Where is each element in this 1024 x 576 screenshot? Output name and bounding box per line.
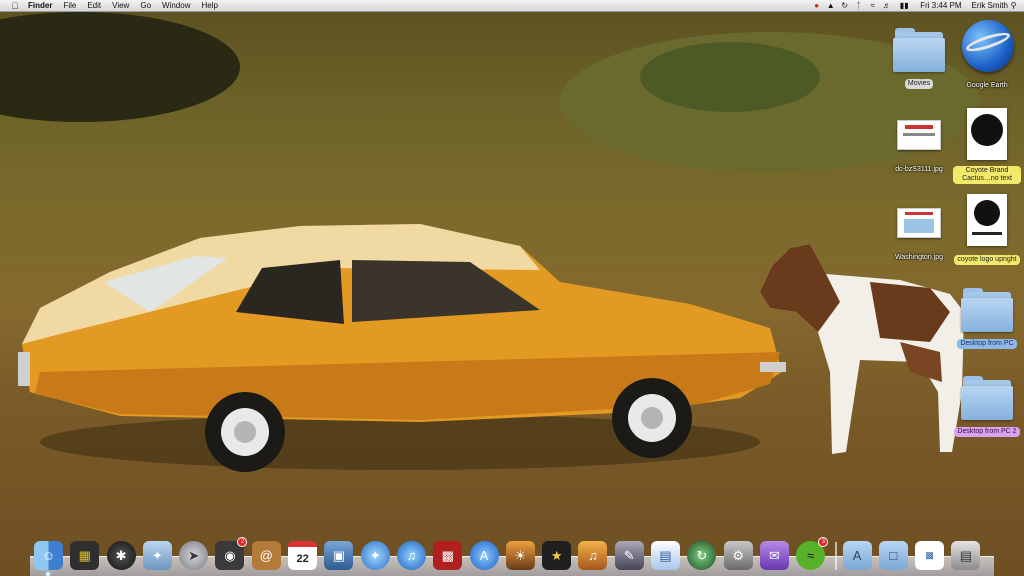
desktop-icon-label: Google Earth	[966, 82, 1008, 89]
facetime-badge: 2	[237, 537, 248, 547]
keynote-icon[interactable]: ▤	[651, 541, 681, 570]
volume-icon[interactable]: ♬	[881, 0, 892, 11]
notification-icon[interactable]: ●	[811, 0, 822, 11]
desktop-icon-desktop-from-pc[interactable]: Desktop from PC	[952, 286, 1022, 350]
menu-help[interactable]: Help	[201, 1, 217, 10]
itunes-icon[interactable]: ♫	[396, 541, 426, 570]
preview-icon[interactable]: ▣	[324, 541, 354, 570]
applications-folder-icon[interactable]: A	[842, 541, 872, 570]
coyote-logo-image-icon	[959, 194, 1015, 248]
image-file-icon	[891, 112, 947, 158]
system-tool-icon[interactable]: ✎	[614, 541, 644, 570]
documents-folder-icon[interactable]: □	[878, 541, 908, 570]
dock-separator	[834, 542, 837, 570]
mission-control-icon[interactable]: ✱	[106, 541, 136, 570]
downloads-stack-icon[interactable]: ▩	[915, 541, 945, 570]
desktop-icon-label: dc-bzS3111.jpg	[895, 166, 943, 173]
safari-icon[interactable]: ✦	[360, 541, 390, 570]
mail-app-icon[interactable]: ✦	[142, 541, 172, 570]
battery-icon[interactable]: ▮▮	[895, 0, 913, 11]
image-file-icon	[891, 200, 947, 246]
spotify-icon[interactable]: ≈3	[796, 537, 829, 570]
desktop-icon-label: Coyote Brand Cactus…no text	[953, 166, 1021, 184]
launchpad-icon[interactable]: ➤	[179, 541, 209, 570]
folder-icon	[959, 374, 1015, 420]
menu-edit[interactable]: Edit	[87, 1, 101, 10]
desktop-icon-dc-jpg[interactable]: dc-bzS3111.jpg	[884, 112, 954, 176]
garageband-icon[interactable]: ♫	[578, 541, 608, 570]
menu-file[interactable]: File	[63, 1, 76, 10]
desktop-icon-movies[interactable]: Movies	[884, 26, 954, 90]
facetime-icon[interactable]: ◉ 2	[215, 537, 248, 570]
menu-window[interactable]: Window	[162, 1, 190, 10]
menu-clock[interactable]: Fri 3:44 PM	[920, 1, 961, 10]
user-menu[interactable]: Erik Smith	[972, 1, 1008, 10]
desktop-icon-label: coyote logo upright	[954, 255, 1020, 265]
desktop-icon-label: Desktop from PC 2	[954, 427, 1020, 437]
menu-go[interactable]: Go	[140, 1, 151, 10]
dashboard-icon[interactable]: ▦	[70, 541, 100, 570]
app-store-icon[interactable]: A	[469, 541, 499, 570]
desktop-icon-google-earth[interactable]: Google Earth	[952, 18, 1022, 92]
folder-icon	[959, 286, 1015, 332]
menu-bar:  Finder File Edit View Go Window Help ●…	[0, 0, 1024, 12]
messenger-icon[interactable]: ✉	[759, 541, 789, 570]
desktop-wallpaper	[0, 12, 1024, 576]
desktop-icon-coyote-cactus[interactable]: Coyote Brand Cactus…no text	[952, 108, 1022, 185]
dock: ☺ ▦ ✱ ✦ ➤ ◉ 2 @ 22 ▣ ✦ ♫ ▩ A ☀ ★ ♫ ✎ ▤ ↻ …	[34, 530, 994, 576]
desktop-icon-washington-jpg[interactable]: Washington.jpg	[884, 200, 954, 264]
time-machine-dock-icon[interactable]: ↻	[687, 541, 717, 570]
spotlight-search-icon[interactable]: ⚲	[1008, 0, 1019, 11]
calendar-icon[interactable]: 22	[288, 541, 318, 570]
desktop-icon-label: Movies	[904, 79, 934, 89]
time-machine-icon[interactable]: ↻	[839, 0, 850, 11]
bluetooth-icon[interactable]: ᛏ	[853, 0, 864, 11]
iphoto-icon[interactable]: ☀	[505, 541, 535, 570]
desktop-icon-label: Desktop from PC	[957, 339, 1017, 349]
address-book-icon[interactable]: @	[251, 541, 281, 570]
wifi-icon[interactable]: ≈	[867, 0, 878, 11]
menu-app-finder[interactable]: Finder	[28, 1, 52, 10]
menu-view[interactable]: View	[112, 1, 129, 10]
coyote-logo-image-icon	[959, 108, 1015, 162]
desktop-icon-label: Washington.jpg	[895, 254, 943, 261]
desktop-icon-desktop-from-pc-2[interactable]: Desktop from PC 2	[952, 374, 1022, 438]
apple-menu-icon[interactable]: 	[10, 1, 20, 11]
calendar-day: 22	[296, 552, 309, 565]
photo-booth-icon[interactable]: ▩	[433, 541, 463, 570]
trash-icon[interactable]: ▤	[951, 541, 981, 570]
eject-icon[interactable]: ▲	[825, 0, 836, 11]
google-earth-icon	[959, 18, 1015, 74]
desktop-icon-coyote-logo[interactable]: coyote logo upright	[952, 194, 1022, 266]
imovie-icon[interactable]: ★	[542, 541, 572, 570]
spotify-badge: 3	[818, 537, 829, 547]
folder-icon	[891, 26, 947, 72]
finder-icon[interactable]: ☺	[34, 541, 63, 576]
wallpaper-scene	[18, 224, 964, 472]
system-preferences-icon[interactable]: ⚙	[723, 541, 753, 570]
